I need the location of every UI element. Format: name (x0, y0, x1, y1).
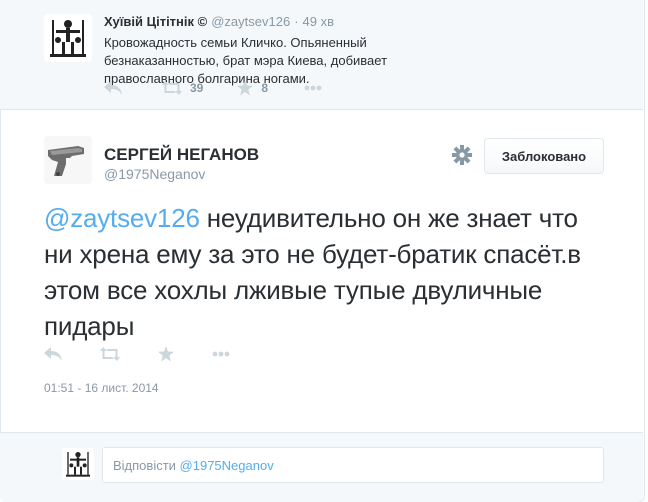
parent-retweet-button[interactable]: 39 (162, 81, 203, 95)
more-button[interactable] (212, 351, 230, 357)
reply-input[interactable]: Відповісти @1975Neganov (102, 447, 604, 483)
favorite-button[interactable] (158, 346, 174, 362)
parent-tweet-header: Хуївій Цітітнік © @zaytsev126 · 49 хв (104, 14, 334, 29)
tweet-mention-link[interactable]: @zaytsev126 (44, 203, 200, 233)
current-user-avatar[interactable] (62, 448, 94, 480)
blocked-button[interactable]: Заблоковано (484, 138, 604, 174)
reply-icon (44, 347, 62, 361)
reply-placeholder-mention: @1975Neganov (179, 458, 274, 473)
parent-favorite-count: 8 (261, 81, 269, 95)
reply-button[interactable] (44, 347, 62, 361)
reply-icon (104, 81, 122, 95)
parent-author-screen-name[interactable]: @zaytsev126 (211, 14, 290, 29)
tweet-actions (44, 346, 268, 362)
more-icon (212, 351, 230, 357)
parent-tweet-time[interactable]: 49 хв (303, 14, 334, 29)
favorite-icon (237, 80, 254, 96)
tweet-text: @zaytsev126 неудивительно он же знает чт… (44, 200, 604, 344)
gear-icon[interactable] (451, 144, 473, 166)
retweet-icon (100, 347, 120, 361)
parent-reply-button[interactable] (104, 81, 122, 95)
parent-author-name[interactable]: Хуївій Цітітнік © (104, 14, 207, 29)
parent-retweet-count: 39 (190, 81, 204, 95)
tweet-timestamp[interactable]: 01:51 - 16 лист. 2014 (44, 381, 159, 395)
retweet-icon (162, 81, 182, 95)
retweet-button[interactable] (100, 347, 120, 361)
parent-favorite-button[interactable]: 8 (237, 80, 268, 96)
separator-dot: · (294, 14, 299, 29)
more-icon (304, 85, 322, 91)
parent-tweet[interactable]: Хуївій Цітітнік © @zaytsev126 · 49 хв Крово… (0, 0, 643, 110)
author-screen-name[interactable]: @1975Neganov (104, 166, 205, 182)
favorite-icon (158, 346, 174, 362)
reply-placeholder-prefix: Відповісти (113, 458, 180, 473)
parent-tweet-actions: 39 8 (104, 80, 322, 96)
parent-avatar[interactable] (44, 14, 92, 62)
author-avatar[interactable] (44, 136, 92, 184)
parent-more-button[interactable] (304, 85, 322, 91)
author-name[interactable]: СЕРГЕЙ НЕГАНОВ (104, 145, 259, 165)
